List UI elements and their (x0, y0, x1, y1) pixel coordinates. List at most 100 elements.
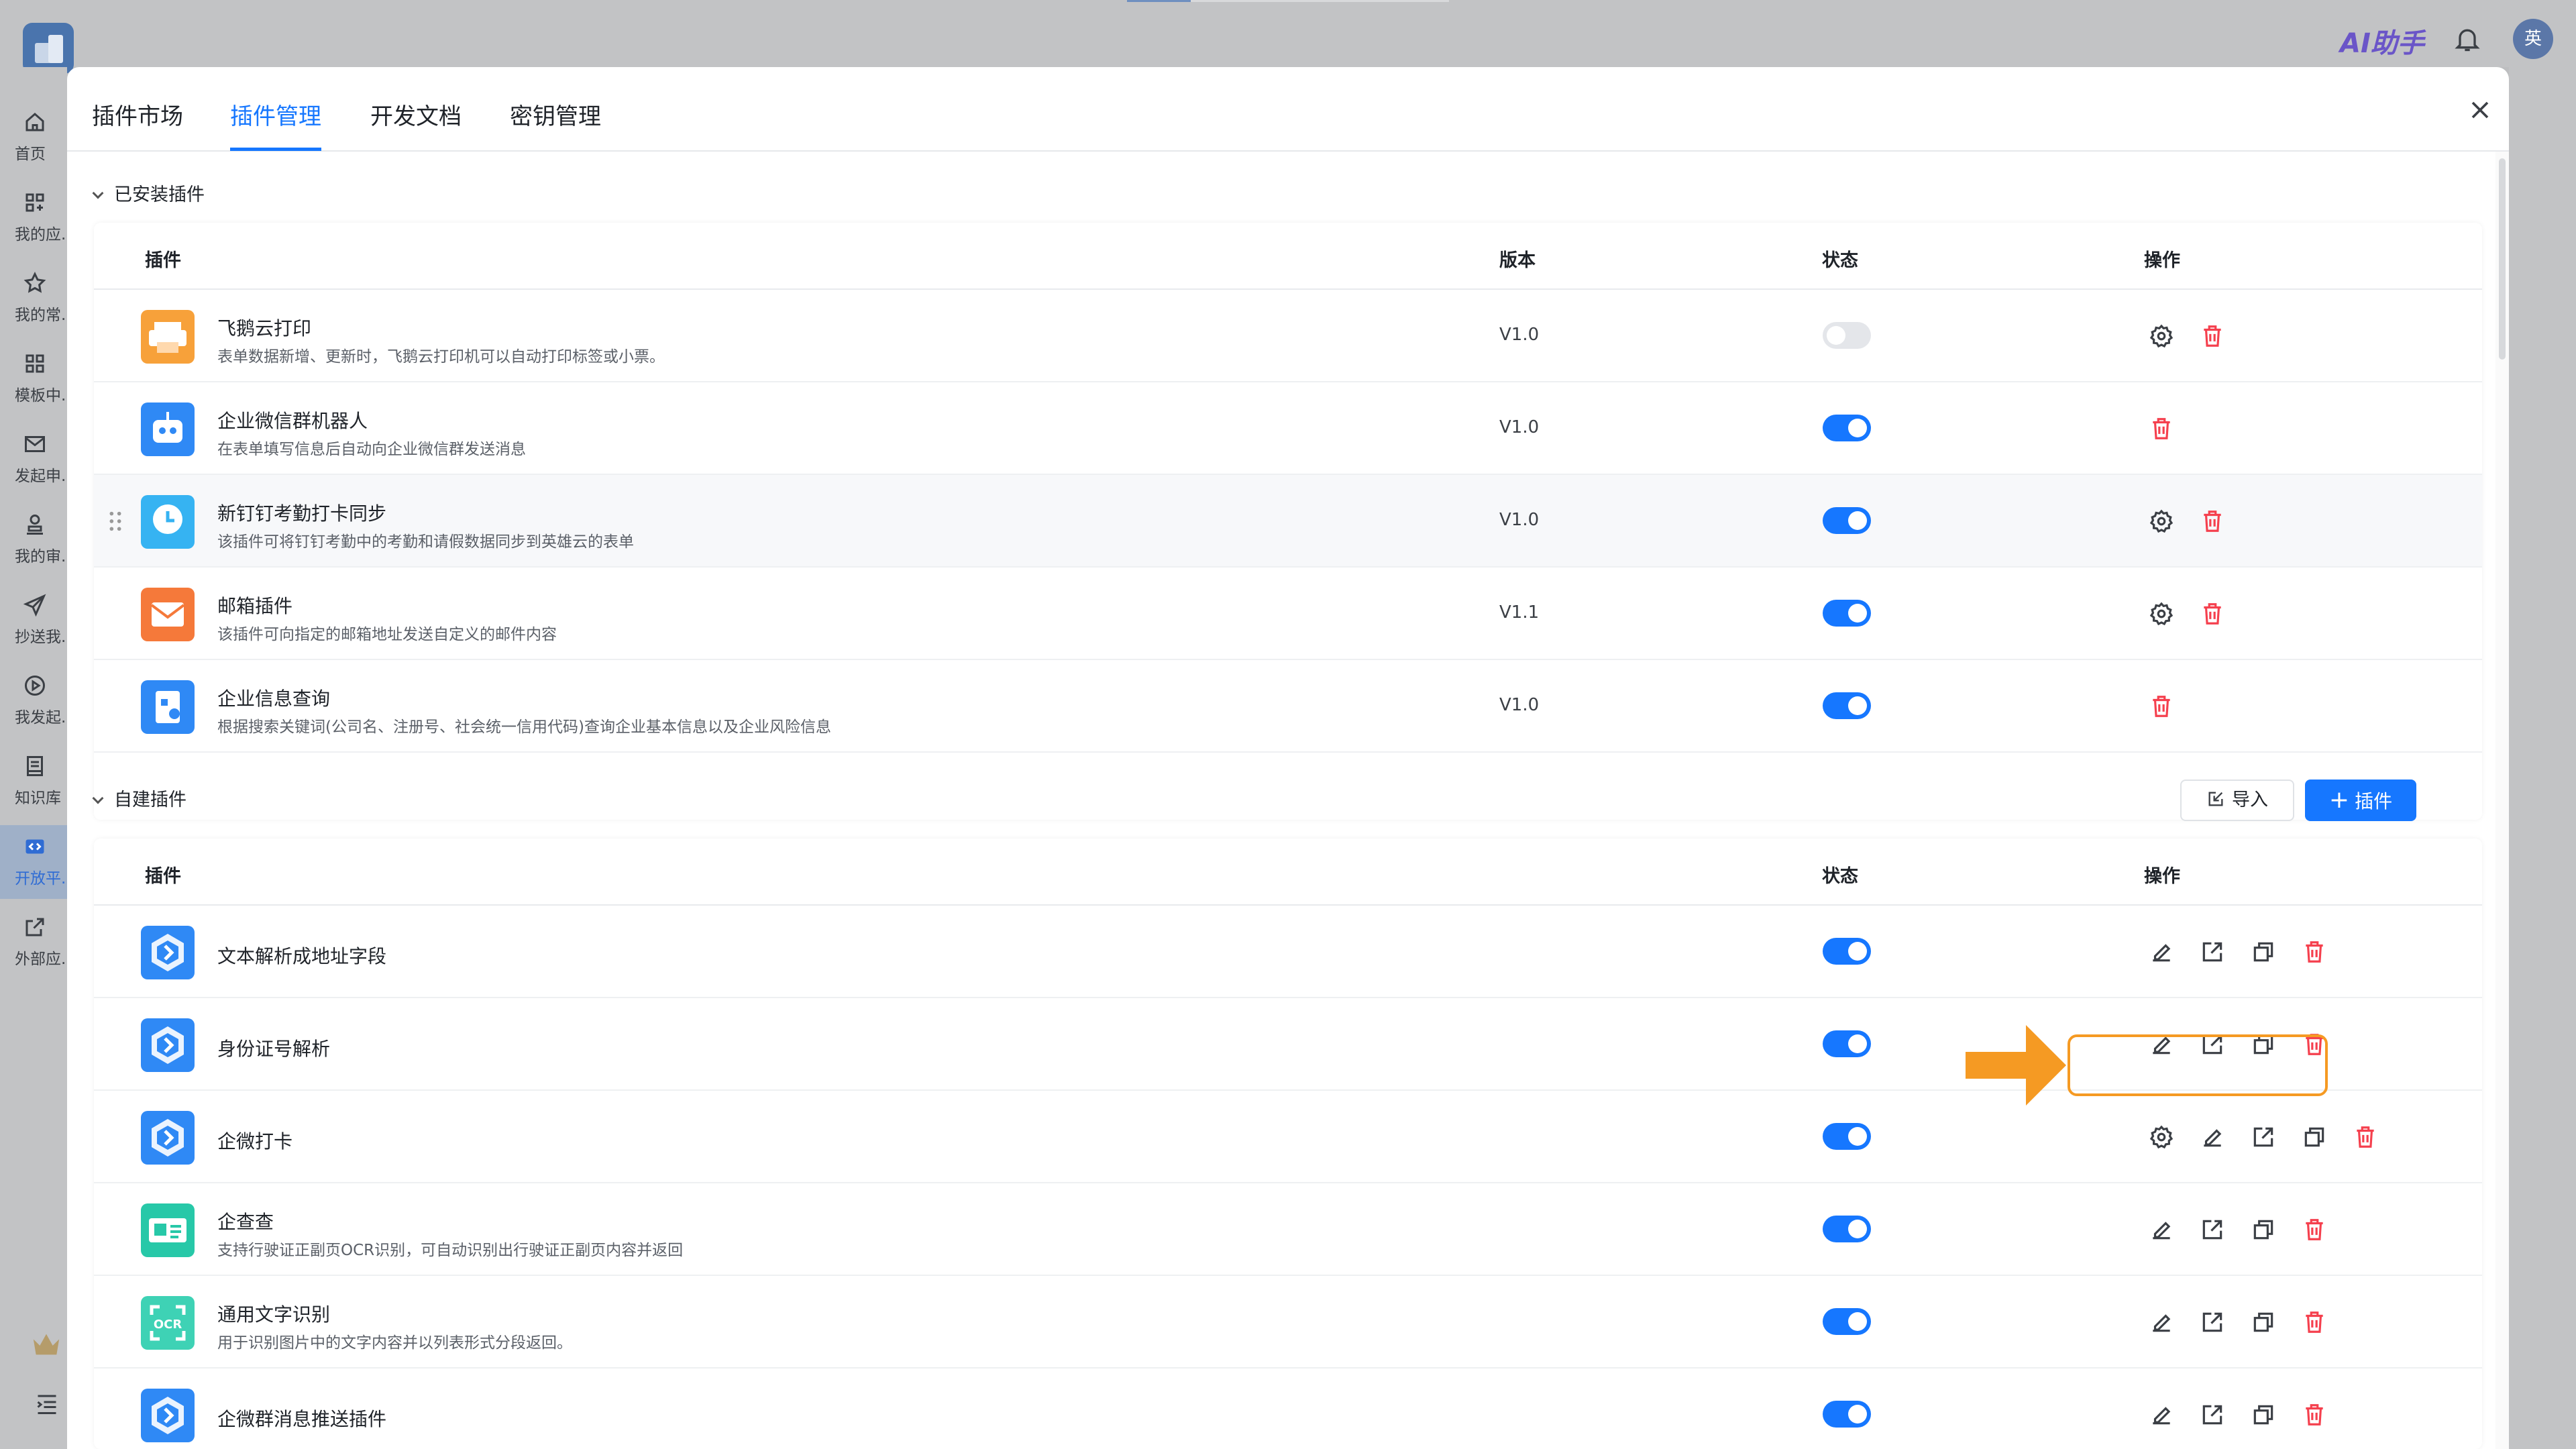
col-plugin: 插件 (145, 866, 181, 887)
copy-icon[interactable] (2302, 1124, 2327, 1150)
table-row[interactable]: OCR 通用文字识别 用于识别图片中的文字内容并以列表形式分段返回。 (94, 1276, 2482, 1368)
sidebar-item-templates[interactable]: 模板中... (0, 342, 67, 416)
delete-icon[interactable] (2302, 1402, 2327, 1428)
status-toggle[interactable] (1823, 1308, 1871, 1335)
sidebar-item-cc[interactable]: 抄送我... (0, 584, 67, 657)
edit-icon[interactable] (2200, 1124, 2225, 1150)
plugin-dialog: 插件市场 插件管理 开发文档 密钥管理 已安装插件 插件 版本 状态 操作 飞鹅… (67, 67, 2509, 1449)
crown-icon[interactable] (31, 1331, 62, 1358)
export-icon[interactable] (2200, 1309, 2225, 1335)
table-row[interactable]: 企微群消息推送插件 (94, 1368, 2482, 1449)
sidebar-item-external[interactable]: 外部应... (0, 906, 67, 979)
sidebar-item-home[interactable]: 首页 (0, 101, 67, 174)
export-icon[interactable] (2251, 1124, 2276, 1150)
export-icon[interactable] (2200, 1217, 2225, 1242)
plugin-icon (141, 1389, 195, 1442)
status-toggle[interactable] (1823, 507, 1871, 534)
app-logo[interactable] (23, 23, 74, 74)
export-icon[interactable] (2200, 939, 2225, 965)
bell-icon[interactable] (2453, 24, 2482, 54)
delete-icon[interactable] (2149, 416, 2174, 441)
status-toggle[interactable] (1823, 600, 1871, 627)
import-button[interactable]: 导入 (2180, 780, 2294, 821)
copy-icon[interactable] (2251, 1217, 2276, 1242)
tab-key-management[interactable]: 密钥管理 (510, 98, 601, 131)
plugin-description: 用于识别图片中的文字内容并以列表形式分段返回。 (217, 1334, 572, 1352)
edit-icon[interactable] (2149, 1309, 2174, 1335)
settings-icon[interactable] (2149, 1124, 2174, 1150)
plugin-version: V1.0 (1499, 325, 1540, 345)
active-tab-indicator (230, 148, 321, 151)
delete-icon[interactable] (2302, 1217, 2327, 1242)
table-row[interactable]: 企微打卡 (94, 1091, 2482, 1183)
plugin-description: 在表单填写信息后自动向企业微信群发送消息 (217, 441, 526, 458)
status-toggle[interactable] (1823, 1030, 1871, 1057)
status-toggle[interactable] (1823, 938, 1871, 965)
status-toggle[interactable] (1823, 415, 1871, 441)
copy-icon[interactable] (2251, 939, 2276, 965)
plugin-description: 支持行驶证正副页OCR识别，可自动识别出行驶证正副页内容并返回 (217, 1242, 684, 1259)
scrollbar[interactable] (2496, 152, 2509, 1449)
status-toggle[interactable] (1823, 692, 1871, 719)
sidebar-item-favorites[interactable]: 我的常... (0, 262, 67, 335)
collapse-menu-icon[interactable] (35, 1393, 59, 1415)
settings-icon[interactable] (2149, 323, 2174, 349)
sidebar-item-approvals[interactable]: 我的审... (0, 503, 67, 577)
delete-icon[interactable] (2200, 508, 2225, 534)
sidebar-item-open-platform[interactable]: 开放平... (0, 825, 67, 899)
plugin-icon (141, 1018, 195, 1072)
plugin-name: 企微打卡 (217, 1130, 293, 1152)
status-toggle[interactable] (1823, 1216, 1871, 1242)
sidebar-item-started[interactable]: 我发起... (0, 664, 67, 738)
edit-icon[interactable] (2149, 1402, 2174, 1428)
add-plugin-button[interactable]: + 插件 (2305, 780, 2416, 821)
delete-icon[interactable] (2149, 694, 2174, 719)
export-icon[interactable] (2200, 1402, 2225, 1428)
col-plugin: 插件 (145, 250, 181, 271)
table-row[interactable]: 企查查 支持行驶证正副页OCR识别，可自动识别出行驶证正副页内容并返回 (94, 1183, 2482, 1276)
svg-text:OCR: OCR (154, 1318, 182, 1332)
table-row[interactable]: 文本解析成地址字段 (94, 906, 2482, 998)
table-row[interactable]: 新钉钉考勤打卡同步 该插件可将钉钉考勤中的考勤和请假数据同步到英雄云的表单 V1.0 (94, 475, 2482, 568)
sidebar-item-knowledge[interactable]: 知识库 (0, 745, 67, 818)
copy-icon[interactable] (2251, 1309, 2276, 1335)
table-row[interactable]: 企业信息查询 根据搜索关键词(公司名、注册号、社会统一信用代码)查询企业基本信息以… (94, 660, 2482, 753)
close-icon[interactable] (2465, 95, 2495, 125)
edit-icon[interactable] (2149, 1217, 2174, 1242)
tab-bar: 插件市场 插件管理 开发文档 密钥管理 (67, 67, 2509, 152)
delete-icon[interactable] (2353, 1124, 2378, 1150)
sidebar-item-label: 模板中... (15, 387, 67, 405)
tab-plugin-management[interactable]: 插件管理 (230, 98, 321, 131)
table-row[interactable]: 飞鹅云打印 表单数据新增、更新时，飞鹅云打印机可以自动打印标签或小票。 V1.0 (94, 290, 2482, 382)
plugin-name: 企业信息查询 (217, 688, 331, 710)
status-toggle[interactable] (1823, 322, 1871, 349)
table-row[interactable]: 邮箱插件 该插件可向指定的邮箱地址发送自定义的邮件内容 V1.1 (94, 568, 2482, 660)
robot-icon (141, 402, 195, 456)
custom-section-header[interactable]: 自建插件 (92, 785, 186, 811)
drag-handle-icon[interactable] (109, 510, 122, 533)
edit-icon[interactable] (2149, 939, 2174, 965)
ai-assistant-button[interactable]: AI助手 (2340, 21, 2424, 60)
plugin-version: V1.0 (1499, 695, 1540, 715)
tab-plugin-market[interactable]: 插件市场 (92, 98, 183, 131)
status-toggle[interactable] (1823, 1123, 1871, 1150)
sidebar-item-my-apps[interactable]: 我的应... (0, 181, 67, 255)
settings-icon[interactable] (2149, 508, 2174, 534)
tab-dev-docs[interactable]: 开发文档 (370, 98, 462, 131)
status-toggle[interactable] (1823, 1401, 1871, 1428)
sidebar-item-label: 发起申... (15, 468, 67, 485)
sidebar-item-initiate[interactable]: 发起申... (0, 423, 67, 496)
delete-icon[interactable] (2302, 1309, 2327, 1335)
copy-icon[interactable] (2251, 1402, 2276, 1428)
delete-icon[interactable] (2200, 601, 2225, 627)
send-icon (23, 594, 46, 617)
top-bar: AI助手 英 (0, 0, 2576, 74)
code-icon (25, 839, 44, 854)
installed-section-header[interactable]: 已安装插件 (92, 180, 205, 206)
plugin-name: 文本解析成地址字段 (217, 945, 387, 967)
settings-icon[interactable] (2149, 601, 2174, 627)
delete-icon[interactable] (2302, 939, 2327, 965)
delete-icon[interactable] (2200, 323, 2225, 349)
avatar[interactable]: 英 (2513, 19, 2553, 59)
table-row[interactable]: 企业微信群机器人 在表单填写信息后自动向企业微信群发送消息 V1.0 (94, 382, 2482, 475)
